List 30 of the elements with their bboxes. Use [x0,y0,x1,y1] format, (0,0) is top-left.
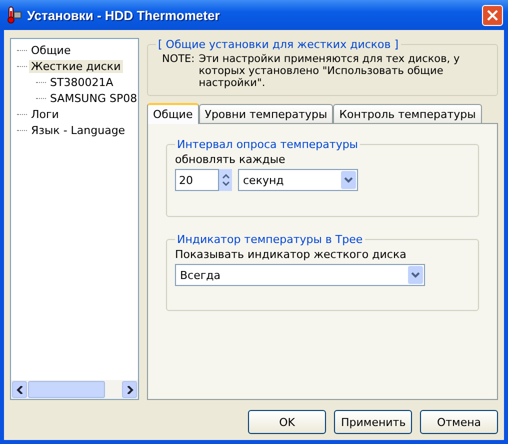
tree-item[interactable]: Жесткие диски [29,60,123,72]
note-label: NOTE: [162,53,195,67]
tree-item[interactable]: Логи [29,108,61,120]
indicator-dropdown[interactable]: Всегда [175,264,425,286]
scroll-left-icon[interactable] [12,381,27,398]
tree-item[interactable]: SAMSUNG SP08 [48,92,138,104]
dialog-button[interactable]: Отмена [420,410,498,434]
interval-input[interactable]: 20 [175,169,219,191]
tab[interactable]: Уровни температуры [198,104,334,123]
spinner-icon[interactable] [219,169,232,191]
close-button[interactable]: × [482,4,503,26]
field-label: Показывать индикатор жесткого диска [175,247,408,263]
horizontal-scrollbar[interactable] [11,380,138,399]
thermometer-icon [6,6,22,24]
window-title: Установки - HDD Thermometer [27,8,221,22]
group-title: Индикатор температуры в Трее [176,233,364,246]
unit-dropdown[interactable]: секунд [238,169,358,191]
note-text: Эти настройки применяются для тех дисков, у которых установлено "Использовать общие настройки". [198,53,461,89]
scroll-thumb[interactable] [28,381,105,398]
group-title: [ Общие установки для жестких дисков ] [157,38,400,51]
tab[interactable]: Общие [147,103,199,124]
group-title: Интервал опроса температуры [176,138,359,151]
field-label: обновлять каждые [175,152,286,168]
tree-item[interactable]: Язык - Language [29,124,128,136]
scroll-right-icon[interactable] [122,381,137,398]
tab[interactable]: Контроль температуры [333,104,482,123]
tree-item[interactable]: ST380021A [48,76,116,88]
tree-item[interactable]: Общие [29,44,73,56]
dialog-button[interactable]: Применить [334,410,412,434]
dialog-button[interactable]: OK [248,410,326,434]
